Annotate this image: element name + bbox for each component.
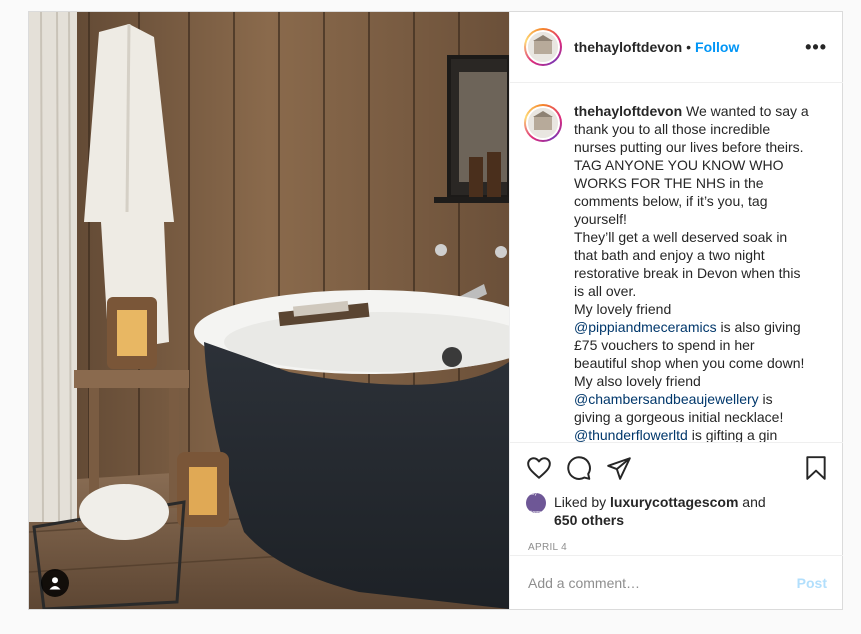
caption: thehayloftdevon We wanted to say a thank…	[524, 102, 829, 442]
heart-icon[interactable]	[526, 455, 552, 481]
comment-icon[interactable]	[566, 455, 592, 481]
mention-link[interactable]: @thunderflowerltd	[574, 427, 688, 442]
post-photo[interactable]	[29, 12, 509, 609]
more-options-icon[interactable]: •••	[805, 37, 827, 58]
mention-link[interactable]: @chambersandbeaujewellery	[574, 391, 759, 407]
follow-button[interactable]: Follow	[695, 39, 739, 55]
caption-username[interactable]: thehayloftdevon	[574, 103, 682, 119]
action-icons	[526, 443, 829, 493]
caption-avatar[interactable]	[524, 104, 562, 142]
header-username[interactable]: thehayloftdevon	[574, 39, 682, 55]
post-comment-button[interactable]: Post	[797, 575, 827, 591]
comment-bar: Post	[510, 555, 843, 609]
bathroom-photo	[29, 12, 509, 609]
post-date[interactable]: APRIL 4	[528, 542, 829, 553]
likes-count[interactable]: 650 others	[554, 512, 624, 528]
likes-summary: luxury cottages Liked by luxurycottagesc…	[526, 491, 766, 528]
post-sidebar: thehayloftdevon • Follow ••• thehayloftd…	[509, 12, 843, 609]
post-actions: luxury cottages Liked by luxurycottagesc…	[510, 442, 843, 560]
caption-scroll-area[interactable]: thehayloftdevon We wanted to say a thank…	[510, 84, 843, 442]
bookmark-icon[interactable]	[803, 455, 829, 481]
avatar[interactable]	[524, 28, 562, 66]
mention-link[interactable]: @pippiandmeceramics	[574, 319, 717, 335]
post-header: thehayloftdevon • Follow •••	[510, 12, 843, 83]
tag-people-button[interactable]	[41, 569, 69, 597]
caption-text: thehayloftdevon We wanted to say a thank…	[574, 103, 809, 442]
share-icon[interactable]	[606, 455, 632, 481]
separator-dot: •	[686, 39, 692, 55]
liker-avatar[interactable]: luxury cottages	[526, 491, 546, 514]
tag-people-icon	[49, 577, 61, 590]
instagram-post: thehayloftdevon • Follow ••• thehayloftd…	[28, 11, 843, 610]
liker-username[interactable]: luxurycottagescom	[610, 494, 738, 510]
comment-input[interactable]	[526, 573, 797, 592]
avatar-image	[528, 32, 558, 62]
